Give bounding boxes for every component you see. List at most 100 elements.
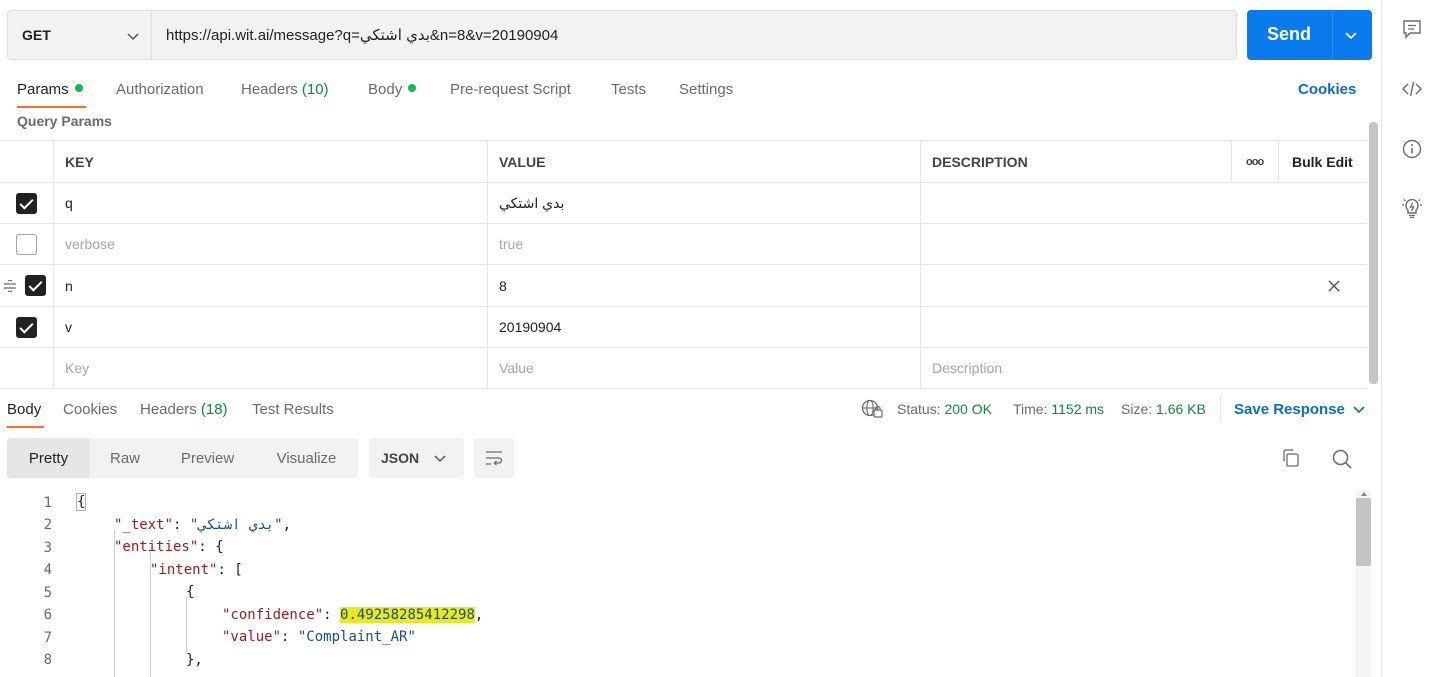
method-select[interactable]: GET: [8, 11, 152, 59]
row-checkbox[interactable]: [16, 316, 37, 338]
response-body-viewer[interactable]: 1 2 3 4 5 6 7 8 { "_text": "بدي اشتكي", …: [0, 490, 1356, 677]
scroll-up-arrow-icon[interactable]: [1361, 492, 1367, 496]
tab-params[interactable]: Params: [17, 81, 83, 98]
row-checkbox[interactable]: [25, 275, 46, 296]
json-key: "value": [222, 629, 282, 645]
code-icon[interactable]: [1401, 78, 1423, 100]
tab-body[interactable]: Body: [368, 81, 417, 98]
tab-tests[interactable]: Tests: [611, 81, 646, 98]
request-workspace: GET https://api.wit.ai/message?q=بدي اشت…: [0, 0, 1381, 677]
description-cell[interactable]: [920, 265, 1367, 306]
url-input[interactable]: https://api.wit.ai/message?q=بدي اشتكي&n…: [166, 26, 558, 44]
description-cell[interactable]: [920, 224, 1367, 264]
send-button[interactable]: Send: [1247, 10, 1372, 60]
new-value-input[interactable]: Value: [487, 348, 920, 388]
info-icon[interactable]: [1401, 138, 1423, 160]
column-header-key: KEY: [53, 141, 487, 182]
code-line: "entities": {: [114, 539, 224, 555]
size-readout[interactable]: Size: 1.66 KB: [1121, 401, 1206, 417]
key-cell[interactable]: v: [53, 307, 487, 347]
view-visualize-button[interactable]: Visualize: [255, 438, 358, 478]
row-checkbox[interactable]: [16, 233, 37, 255]
value-cell[interactable]: true: [487, 224, 920, 264]
code-line: "value": "Complaint_AR": [222, 629, 416, 645]
value-cell[interactable]: بدي اشتكي: [487, 183, 920, 223]
status-readout[interactable]: Status: 200 OK: [897, 401, 992, 417]
row-checkbox-cell: [0, 183, 53, 223]
response-headers-count: (18): [200, 401, 228, 418]
status-value: 200 OK: [944, 401, 992, 417]
code-line: "confidence": 0.49258285412298,: [222, 607, 484, 623]
description-cell[interactable]: [920, 183, 1367, 223]
key-cell[interactable]: q: [53, 183, 487, 223]
response-headers-label: Headers: [140, 401, 197, 418]
description-placeholder: Description: [932, 360, 1003, 376]
response-tab-headers[interactable]: Headers (18): [140, 401, 228, 418]
value-cell[interactable]: 8: [487, 265, 920, 306]
line-number: 7: [43, 630, 52, 646]
response-tab-body[interactable]: Body: [7, 401, 41, 418]
row-checkbox-cell: [0, 224, 53, 264]
chevron-down-icon: [434, 455, 446, 463]
table-row: q بدي اشتكي: [0, 183, 1367, 224]
time-label: Time:: [1013, 401, 1048, 417]
tab-authorization[interactable]: Authorization: [116, 81, 204, 98]
tab-pre-request-script[interactable]: Pre-request Script: [450, 81, 571, 98]
key-cell[interactable]: n: [53, 265, 487, 306]
tab-headers-count: (10): [301, 81, 329, 98]
new-key-input[interactable]: Key: [53, 348, 487, 388]
view-preview-button[interactable]: Preview: [160, 438, 255, 478]
json-number-highlighted: 0.49258285412298: [340, 607, 475, 623]
url-bar: GET https://api.wit.ai/message?q=بدي اشت…: [7, 10, 1237, 60]
tab-settings[interactable]: Settings: [679, 81, 733, 98]
param-value: true: [499, 236, 524, 252]
code-line: },: [186, 652, 203, 668]
size-value: 1.66 KB: [1156, 401, 1206, 417]
line-number: 3: [43, 540, 52, 556]
code-scrollbar-thumb[interactable]: [1356, 498, 1371, 566]
wrap-lines-button[interactable]: [474, 438, 514, 478]
row-checkbox-cell: [0, 348, 53, 388]
line-number: 6: [43, 607, 52, 623]
value-cell[interactable]: 20190904: [487, 307, 920, 347]
comments-icon[interactable]: [1401, 18, 1423, 40]
response-tab-cookies[interactable]: Cookies: [63, 401, 117, 418]
response-tab-test-results[interactable]: Test Results: [252, 401, 334, 418]
lightbulb-icon[interactable]: [1401, 197, 1423, 219]
new-param-row: Key Value Description: [0, 348, 1367, 389]
new-description-input[interactable]: Description: [920, 348, 1367, 388]
key-cell[interactable]: verbose: [53, 224, 487, 264]
params-scrollbar[interactable]: [1369, 122, 1378, 384]
tab-headers[interactable]: Headers (10): [241, 81, 329, 98]
cookies-link[interactable]: Cookies: [1298, 81, 1356, 98]
row-checkbox[interactable]: [16, 192, 37, 214]
line-number: 5: [43, 585, 52, 601]
search-icon[interactable]: [1331, 448, 1353, 470]
save-response-button[interactable]: Save Response: [1234, 401, 1345, 418]
column-description-label: DESCRIPTION: [932, 153, 1028, 170]
format-select[interactable]: JSON: [369, 438, 464, 478]
header-checkbox-cell: [0, 141, 53, 182]
time-readout[interactable]: Time: 1152 ms: [1013, 401, 1104, 417]
table-row: v 20190904: [0, 307, 1367, 348]
column-header-value: VALUE: [487, 141, 920, 182]
view-pretty-button[interactable]: Pretty: [7, 438, 90, 478]
tab-params-label: Params: [17, 81, 69, 98]
active-tab-underline: [17, 106, 86, 108]
chevron-down-icon[interactable]: [1352, 402, 1366, 416]
tab-headers-label: Headers: [241, 81, 298, 98]
description-cell[interactable]: [920, 307, 1367, 347]
bulk-edit-button[interactable]: Bulk Edit: [1278, 141, 1367, 182]
more-options-button[interactable]: ooo: [1231, 141, 1278, 182]
chevron-down-icon[interactable]: [1344, 28, 1358, 42]
key-value: n: [65, 277, 73, 294]
copy-icon[interactable]: [1281, 448, 1301, 468]
line-number: 2: [43, 517, 52, 533]
view-raw-button[interactable]: Raw: [90, 438, 160, 478]
globe-lock-icon[interactable]: [861, 399, 883, 419]
json-key: "entities": [114, 539, 199, 555]
json-string: "بدي اشتكي": [189, 517, 283, 533]
key-value: q: [65, 195, 73, 211]
line-number: 1: [43, 495, 52, 511]
close-icon[interactable]: [1327, 279, 1341, 293]
